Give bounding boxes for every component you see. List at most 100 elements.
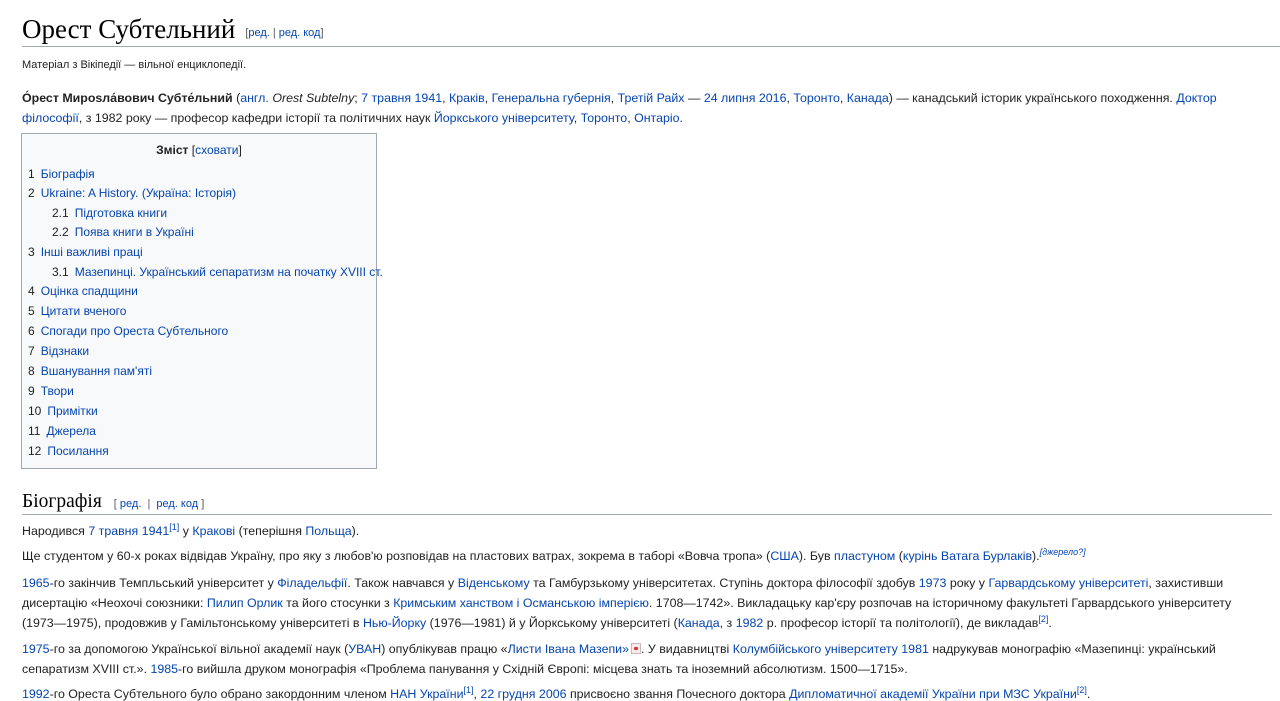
toc-item-link[interactable]: Примітки bbox=[47, 404, 97, 418]
toc-item-link[interactable]: Біографія bbox=[41, 167, 95, 181]
year-1985-link[interactable]: 1985 bbox=[150, 662, 178, 676]
toc-item[interactable]: 2 Ukraine: A History. (Україна: Історія) bbox=[28, 185, 236, 201]
toc-item[interactable]: 3.1 Мазепинці. Український сепаратизм на … bbox=[52, 264, 383, 280]
citation-needed-link[interactable]: [джерело?] bbox=[1040, 547, 1086, 557]
text: (теперішня bbox=[238, 524, 302, 538]
birth-city-link[interactable]: Краків bbox=[449, 91, 485, 105]
intro-text-2: , з 1982 року — професор кафедри історії… bbox=[78, 111, 431, 125]
text: присвоєно звання Почесного доктора bbox=[569, 687, 786, 701]
toc-item-number: 12 bbox=[28, 444, 42, 458]
year-1965-link[interactable]: 1965 bbox=[22, 576, 50, 590]
canada-link[interactable]: Канада bbox=[678, 616, 720, 630]
toc-item[interactable]: 2.2 Поява книги в Україні bbox=[52, 224, 194, 240]
toc-item-link[interactable]: Відзнаки bbox=[41, 344, 89, 358]
toc-item[interactable]: 12 Посилання bbox=[28, 443, 109, 459]
text: . bbox=[1048, 616, 1052, 630]
toronto-link[interactable]: Торонто bbox=[581, 111, 628, 125]
reference-2[interactable]: [2] bbox=[1077, 685, 1087, 695]
toc-item-link[interactable]: Джерела bbox=[46, 424, 95, 438]
text: , захистивши bbox=[1148, 576, 1224, 590]
text: надрукував монографію «Мазепинці: україн… bbox=[932, 642, 1216, 656]
toc-item[interactable]: 11 Джерела bbox=[28, 423, 96, 439]
toc-hide-link[interactable]: сховати bbox=[195, 143, 238, 157]
krakow-link[interactable]: Кракові bbox=[192, 524, 235, 538]
toc-item-link[interactable]: Поява книги в Україні bbox=[75, 225, 194, 239]
reference-1[interactable]: [1] bbox=[464, 685, 474, 695]
toc-item[interactable]: 3 Інші важливі праці bbox=[28, 244, 143, 260]
toc-item-link[interactable]: Посилання bbox=[47, 444, 108, 458]
birth-date-link[interactable]: 7 травня 1941 bbox=[361, 91, 442, 105]
ontario-link[interactable]: Онтаріо bbox=[634, 111, 679, 125]
year-1992-link[interactable]: 1992 bbox=[22, 687, 50, 701]
vienna-university-link[interactable]: Віденському bbox=[458, 576, 530, 590]
toc-item[interactable]: 2.1 Підготовка книги bbox=[52, 205, 167, 221]
orlyk-link[interactable]: Пилип Орлик bbox=[207, 596, 283, 610]
text: (1973—1975), продовжив у Гамільтонському… bbox=[22, 616, 360, 630]
text: ). bbox=[351, 524, 360, 538]
toc-item-number: 1 bbox=[28, 167, 35, 181]
toc-item-link[interactable]: Оцінка спадщини bbox=[41, 284, 138, 298]
subject-name: О́рест Мирosла́вович Субте́льний bbox=[22, 91, 233, 105]
nan-ukraine-link[interactable]: НАН України bbox=[390, 687, 463, 701]
text: . 1708—1742». Викладацьку кар'єру розпоч… bbox=[648, 596, 1232, 610]
date-link[interactable]: 22 грудня 2006 bbox=[480, 687, 566, 701]
new-york-link[interactable]: Нью-Йорку bbox=[363, 616, 426, 630]
country-link[interactable]: Канада bbox=[847, 91, 889, 105]
birth-date-link[interactable]: 7 травня 1941 bbox=[88, 524, 169, 538]
doctor-link-part2[interactable]: філософії bbox=[22, 111, 79, 125]
toc-item-number: 6 bbox=[28, 324, 35, 338]
toc-item[interactable]: 6 Спогади про Ореста Субтельного bbox=[28, 323, 228, 339]
diplomatic-academy-link[interactable]: Дипломатичної академії України при МЗС У… bbox=[789, 687, 1077, 701]
reference-1[interactable]: [1] bbox=[169, 522, 179, 532]
reich-link[interactable]: Третій Райх bbox=[618, 91, 685, 105]
philadelphia-link[interactable]: Філадельфії bbox=[277, 576, 347, 590]
poland-link[interactable]: Польща bbox=[305, 524, 351, 538]
edit-source-link[interactable]: ред. код bbox=[279, 27, 321, 39]
year-1973-link[interactable]: 1973 bbox=[919, 576, 947, 590]
section-edit-link[interactable]: ред. bbox=[120, 498, 141, 510]
mazepa-letters-link[interactable]: Листи Івана Мазепи» bbox=[508, 642, 629, 656]
york-university-link[interactable]: Йоркського університету bbox=[434, 111, 574, 125]
columbia-university-link[interactable]: Колумбійського університету 1981 bbox=[733, 642, 929, 656]
bio-paragraph-1: Народився 7 травня 1941[1] у Кракові (те… bbox=[22, 521, 1267, 541]
doctor-link-part1[interactable]: Доктор bbox=[1176, 91, 1216, 105]
usa-link[interactable]: США bbox=[770, 549, 799, 563]
toc-item-link[interactable]: Вшанування пам'яті bbox=[41, 364, 152, 378]
toc-item-link[interactable]: Ukraine: A History. (Україна: Історія) bbox=[41, 186, 236, 200]
toc-item-link[interactable]: Цитати вченого bbox=[41, 304, 127, 318]
toc-item-link[interactable]: Спогади про Ореста Субтельного bbox=[41, 324, 229, 338]
toc-item[interactable]: 7 Відзнаки bbox=[28, 343, 89, 359]
toc-item[interactable]: 9 Твори bbox=[28, 383, 74, 399]
section-edit-source-link[interactable]: ред. код bbox=[156, 498, 198, 510]
death-city-link[interactable]: Торонто bbox=[793, 91, 840, 105]
crimea-ottoman-link[interactable]: Кримським ханством і Османською імперією bbox=[393, 596, 649, 610]
toc-item-link[interactable]: Твори bbox=[41, 384, 74, 398]
edit-link[interactable]: ред. bbox=[248, 27, 269, 39]
year-1975-link[interactable]: 1975 bbox=[22, 642, 50, 656]
toc-item[interactable]: 10 Примітки bbox=[28, 403, 98, 419]
toc-item-link[interactable]: Підготовка книги bbox=[75, 206, 167, 220]
year-1982-link[interactable]: 1982 bbox=[736, 616, 764, 630]
toc-item-link[interactable]: Інші важливі праці bbox=[41, 245, 143, 259]
kurin-link[interactable]: курінь Ватага Бурлаків bbox=[903, 549, 1032, 563]
toc-title: Зміст [сховати] bbox=[156, 143, 242, 157]
toc-item-link[interactable]: Мазепинці. Український сепаратизм на поч… bbox=[75, 265, 383, 279]
province-link[interactable]: Генеральна губернія bbox=[492, 91, 611, 105]
uvan-link[interactable]: УВАН bbox=[348, 642, 381, 656]
lang-link[interactable]: англ. bbox=[240, 91, 269, 105]
reference-2[interactable]: [2] bbox=[1038, 614, 1048, 624]
toc-item[interactable]: 8 Вшанування пам'яті bbox=[28, 363, 152, 379]
toc-item[interactable]: 5 Цитати вченого bbox=[28, 303, 126, 319]
bio-paragraph-4: 1975-го за допомогою Української вільної… bbox=[22, 639, 1267, 679]
death-date-link[interactable]: 24 липня 2016 bbox=[704, 91, 787, 105]
table-of-contents: Зміст [сховати] 1 Біографія 2 Ukraine: A Hi… bbox=[21, 133, 383, 469]
toc-item[interactable]: 4 Оцінка спадщини bbox=[28, 283, 138, 299]
text: ) опублікував працю « bbox=[381, 642, 508, 656]
harvard-link[interactable]: Гарвардському університеті bbox=[988, 576, 1148, 590]
toc-item-number: 2.1 bbox=[52, 206, 69, 220]
toc-item-number: 9 bbox=[28, 384, 35, 398]
section-heading-biography: Біографія [ ред. | ред. код ] bbox=[22, 487, 1272, 515]
toc-item[interactable]: 1 Біографія bbox=[28, 166, 95, 182]
text: (1976—1981) й у Йоркському університеті … bbox=[429, 616, 678, 630]
plast-link[interactable]: пластуном bbox=[834, 549, 895, 563]
